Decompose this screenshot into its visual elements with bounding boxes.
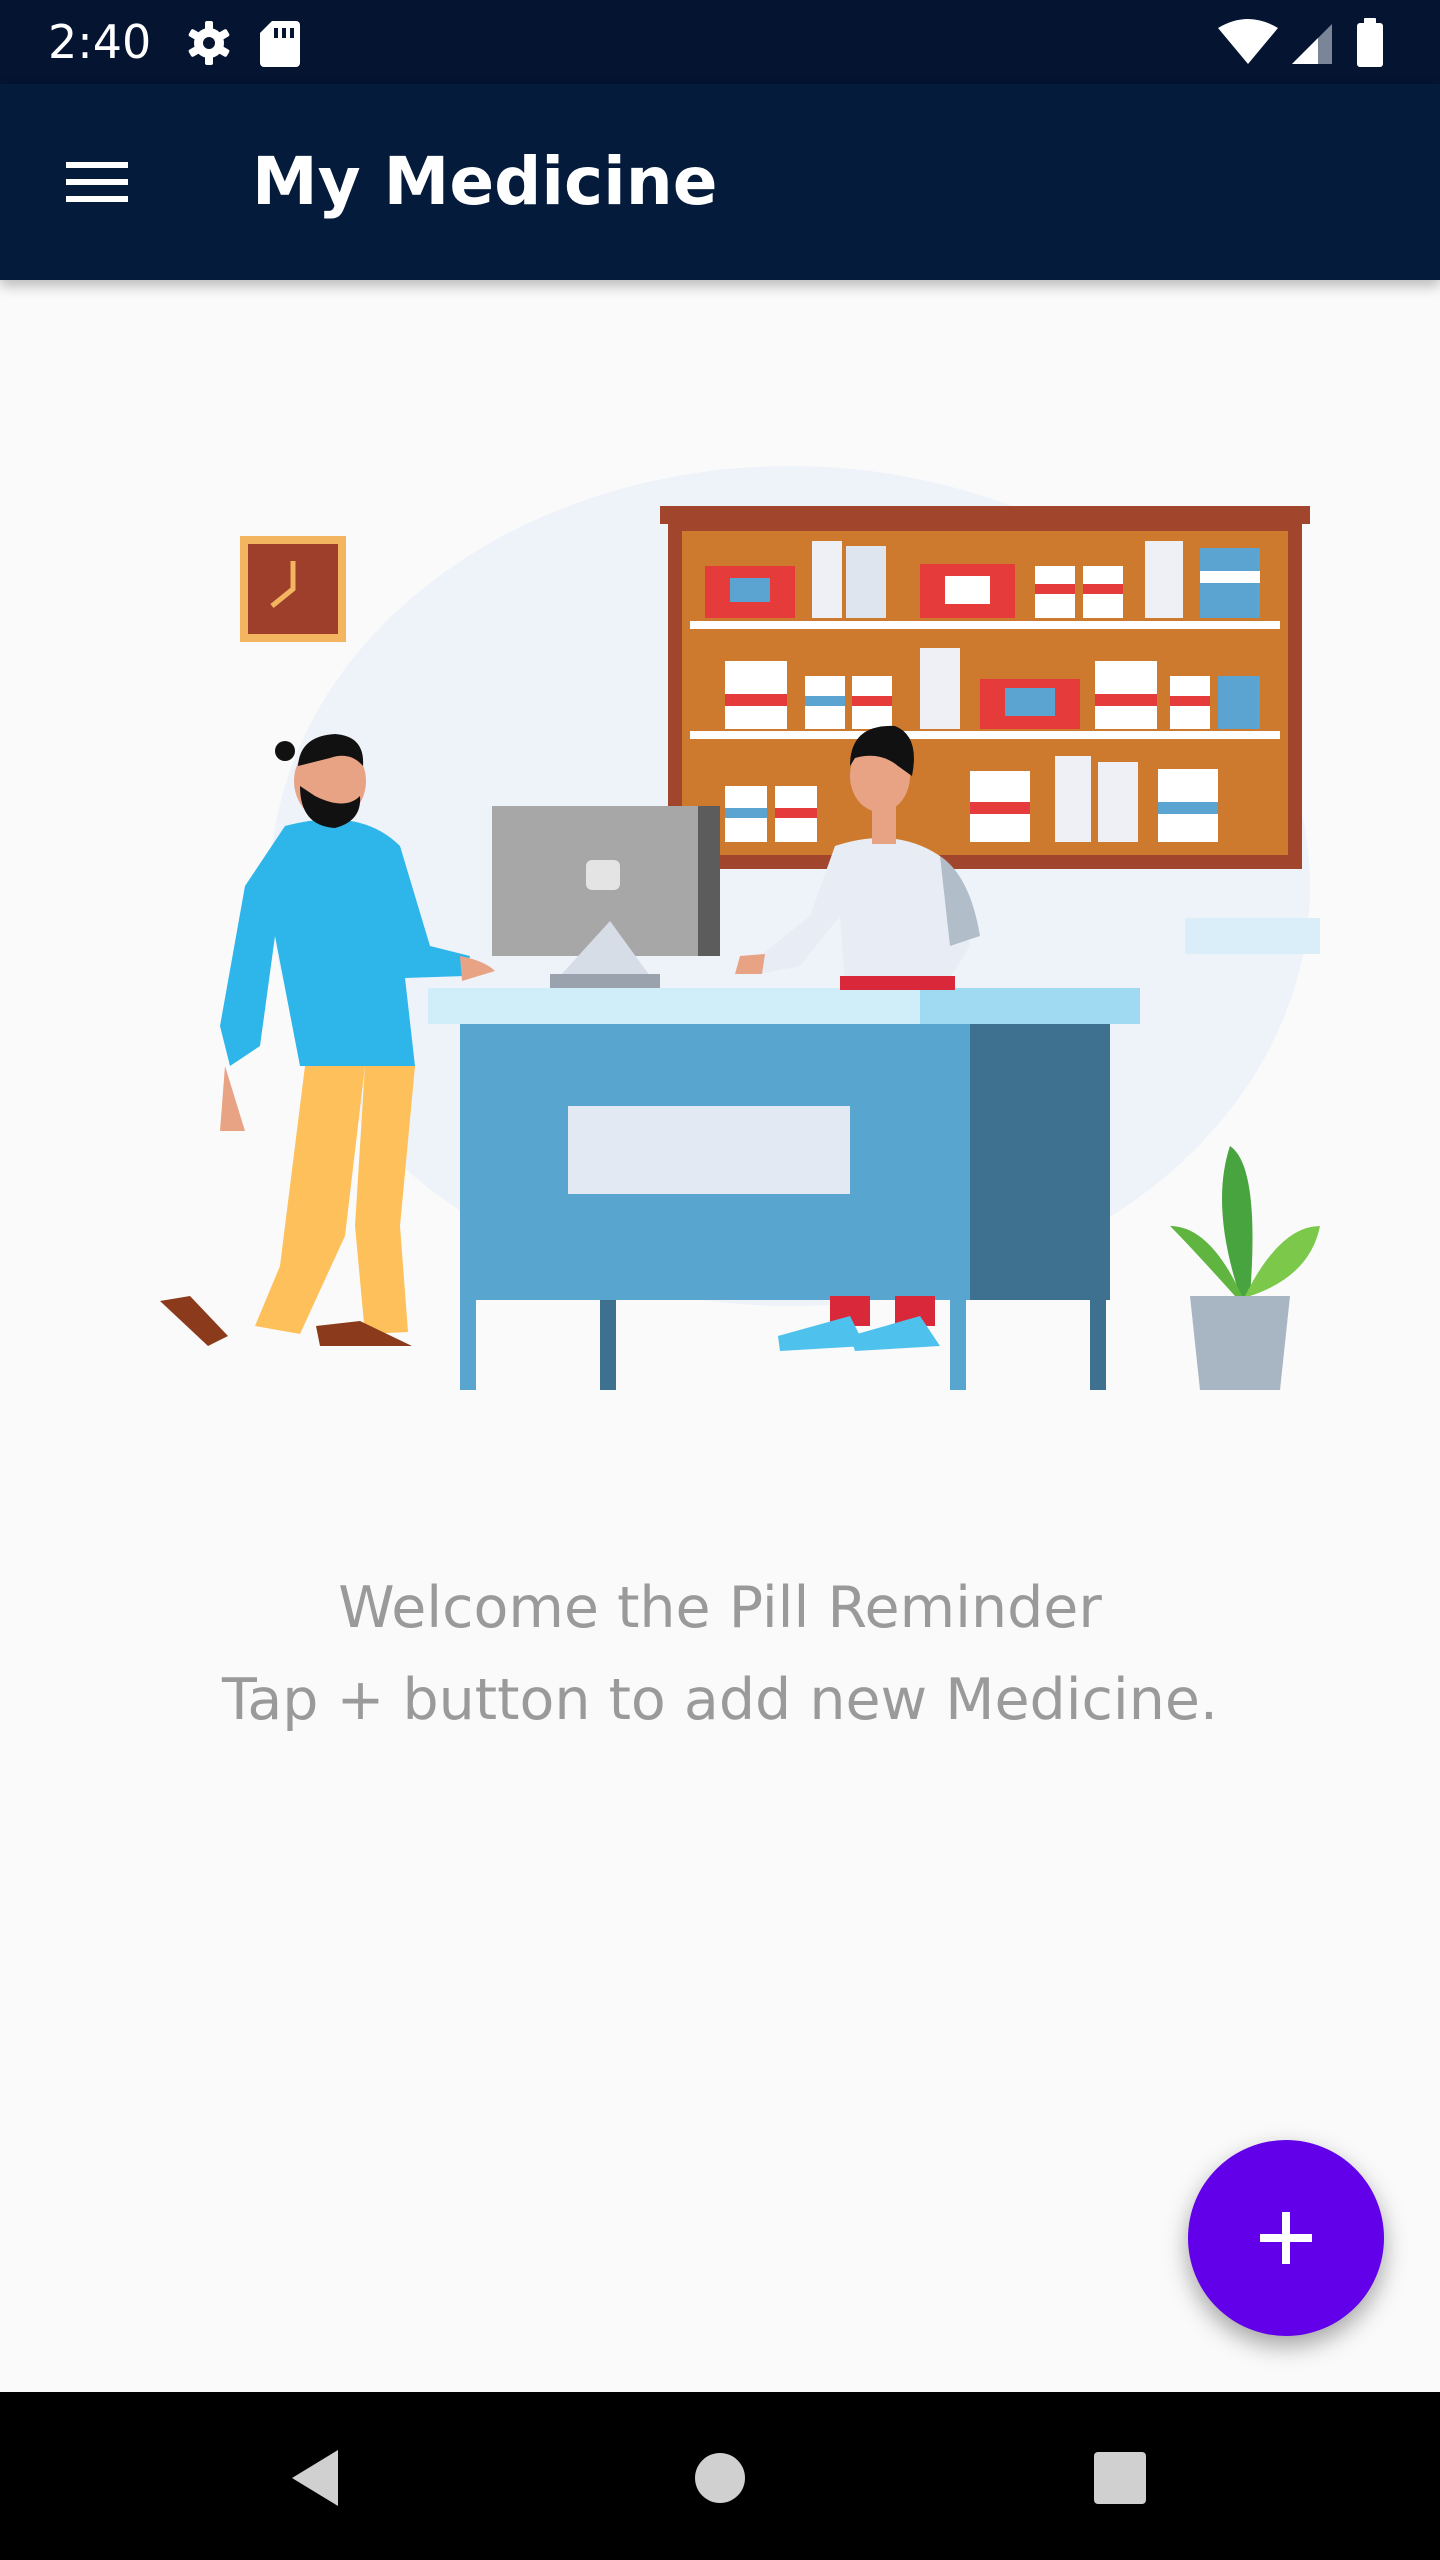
- pharmacy-desk: [428, 988, 1140, 1390]
- status-time: 2:40: [48, 15, 152, 69]
- settings-icon: [188, 21, 230, 65]
- sd-card-icon: [260, 21, 300, 67]
- welcome-line-1: Welcome the Pill Reminder: [338, 1575, 1102, 1641]
- recents-icon[interactable]: [1080, 2438, 1160, 2518]
- medicine-shelf: [660, 506, 1310, 869]
- cellular-signal-icon: [1292, 24, 1332, 64]
- welcome-line-2: Tap + button to add new Medicine.: [221, 1667, 1219, 1733]
- potted-plant: [1170, 1146, 1320, 1390]
- pharmacy-counter-illustration: [160, 466, 1320, 1390]
- page-title: My Medicine: [252, 143, 718, 220]
- app-bar: My Medicine: [0, 84, 1440, 280]
- home-icon[interactable]: [680, 2438, 760, 2518]
- wifi-icon: [1218, 19, 1278, 64]
- decor-shape: [1185, 918, 1320, 954]
- status-right-icons: [1218, 18, 1383, 67]
- navigation-bar: [0, 2392, 1440, 2560]
- welcome-message: Welcome the Pill Reminder Tap + button t…: [0, 1562, 1440, 1746]
- status-left-icons: [188, 21, 300, 67]
- battery-icon: [1357, 18, 1383, 67]
- plus-icon: [1260, 2212, 1312, 2264]
- back-icon[interactable]: [280, 2438, 360, 2518]
- add-medicine-button[interactable]: [1188, 2140, 1384, 2336]
- status-bar: 2:40: [0, 0, 1440, 84]
- menu-icon[interactable]: [52, 144, 142, 220]
- wall-clock-icon: [240, 536, 346, 642]
